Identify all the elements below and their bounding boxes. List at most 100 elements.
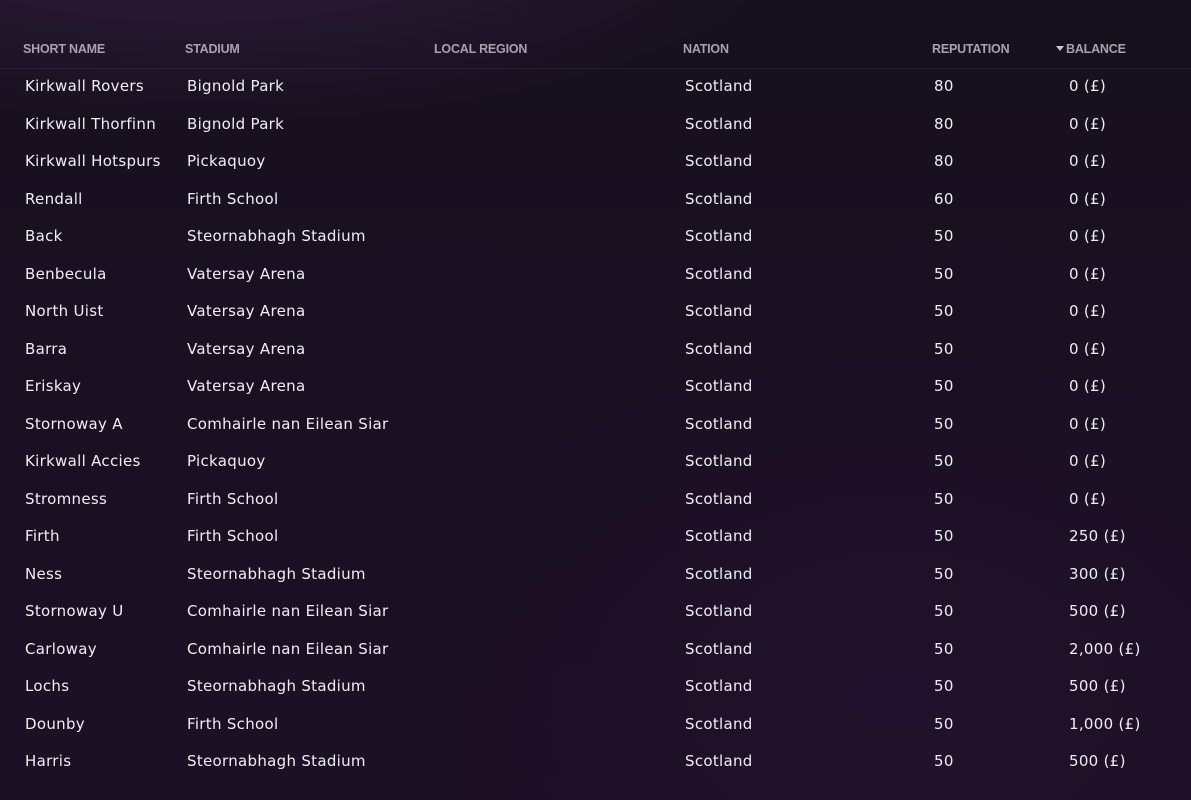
clubs-table: SHORT NAME STADIUM LOCAL REGION NATION R…: [0, 0, 1191, 800]
club-short-name: Dounby: [25, 714, 85, 733]
club-balance: 300 (£): [1069, 564, 1126, 583]
club-stadium: Vatersay Arena: [187, 339, 306, 358]
club-reputation: 50: [934, 339, 954, 358]
club-balance: 2,000 (£): [1069, 639, 1141, 658]
club-stadium: Firth School: [187, 527, 279, 545]
club-reputation: 50: [934, 602, 954, 620]
table-row[interactable]: Stornoway U Comhairle nan Eilean Siar Scot…: [0, 593, 1191, 631]
table-row[interactable]: Rendall Firth School Scotland 60 0 (£): [0, 181, 1191, 219]
club-balance: 500 (£): [1069, 677, 1126, 695]
table-row[interactable]: Kirkwall Accies Pickaquoy Scotland 50 0 (£): [0, 443, 1191, 481]
club-reputation: 50: [934, 752, 954, 770]
club-nation: Scotland: [685, 377, 753, 395]
club-reputation: 80: [934, 152, 954, 170]
column-header-balance[interactable]: BALANCE: [1056, 42, 1126, 56]
club-short-name: Stromness: [25, 489, 108, 508]
club-balance: 0 (£): [1069, 152, 1107, 170]
club-stadium: Pickaquoy: [187, 152, 266, 170]
club-stadium: Comhairle nan Eilean Siar: [187, 414, 389, 433]
table-row[interactable]: Kirkwall Rovers Bignold Park Scotland 80 0 (…: [0, 68, 1191, 106]
column-header-nation[interactable]: NATION: [683, 42, 729, 56]
club-short-name: Barra: [25, 339, 68, 358]
table-row[interactable]: Kirkwall Thorfinn Bignold Park Scotland 80 0…: [0, 106, 1191, 144]
club-balance: 250 (£): [1069, 527, 1126, 545]
club-balance: 0 (£): [1069, 264, 1107, 283]
club-reputation: 50: [934, 264, 954, 283]
club-stadium: Steornabhagh Stadium: [187, 564, 366, 583]
club-nation: Scotland: [685, 527, 753, 545]
club-nation: Scotland: [685, 264, 753, 283]
column-header-local-region[interactable]: LOCAL REGION: [434, 42, 527, 56]
table-row[interactable]: Stornoway A Comhairle nan Eilean Siar Scot…: [0, 406, 1191, 444]
club-reputation: 50: [934, 714, 954, 733]
club-balance: 0 (£): [1069, 339, 1107, 358]
table-row[interactable]: Barra Vatersay Arena Scotland 50 0 (£): [0, 331, 1191, 369]
club-balance: 0 (£): [1069, 114, 1107, 133]
club-balance: 0 (£): [1069, 302, 1107, 320]
club-stadium: Steornabhagh Stadium: [187, 752, 366, 770]
club-reputation: 50: [934, 452, 954, 470]
table-row[interactable]: Back Steornabhagh Stadium Scotland 50 0 (£): [0, 218, 1191, 256]
club-short-name: Kirkwall Hotspurs: [25, 152, 161, 170]
club-reputation: 50: [934, 639, 954, 658]
club-short-name: Firth: [25, 527, 60, 545]
club-stadium: Steornabhagh Stadium: [187, 677, 366, 695]
club-stadium: Comhairle nan Eilean Siar: [187, 639, 389, 658]
club-reputation: 60: [934, 189, 954, 208]
club-nation: Scotland: [685, 752, 753, 770]
club-stadium: Firth School: [187, 189, 279, 208]
table-body: Kirkwall Rovers Bignold Park Scotland 80 0 (…: [0, 68, 1191, 781]
club-short-name: Kirkwall Thorfinn: [25, 114, 156, 133]
club-nation: Scotland: [685, 489, 753, 508]
club-stadium: Vatersay Arena: [187, 377, 306, 395]
club-short-name: Stornoway A: [25, 414, 123, 433]
club-nation: Scotland: [685, 152, 753, 170]
club-balance: 0 (£): [1069, 414, 1107, 433]
club-reputation: 50: [934, 227, 954, 245]
club-nation: Scotland: [685, 602, 753, 620]
club-nation: Scotland: [685, 77, 753, 95]
sort-down-icon: [1056, 46, 1064, 51]
club-short-name: Stornoway U: [25, 602, 124, 620]
club-balance: 0 (£): [1069, 189, 1107, 208]
club-short-name: North Uist: [25, 302, 104, 320]
table-row[interactable]: Dounby Firth School Scotland 50 1,000 (£): [0, 706, 1191, 744]
table-row[interactable]: Benbecula Vatersay Arena Scotland 50 0 (£): [0, 256, 1191, 294]
club-nation: Scotland: [685, 639, 753, 658]
table-row[interactable]: Stromness Firth School Scotland 50 0 (£): [0, 481, 1191, 519]
table-row[interactable]: Harris Steornabhagh Stadium Scotland 50 500 …: [0, 743, 1191, 781]
club-short-name: Lochs: [25, 677, 70, 695]
table-row[interactable]: Lochs Steornabhagh Stadium Scotland 50 500 (…: [0, 668, 1191, 706]
club-short-name: Back: [25, 227, 63, 245]
club-stadium: Firth School: [187, 489, 279, 508]
column-header-reputation[interactable]: REPUTATION: [932, 42, 1010, 56]
club-reputation: 50: [934, 677, 954, 695]
club-reputation: 50: [934, 489, 954, 508]
club-nation: Scotland: [685, 414, 753, 433]
club-balance: 0 (£): [1069, 377, 1107, 395]
club-stadium: Vatersay Arena: [187, 264, 306, 283]
club-stadium: Vatersay Arena: [187, 302, 306, 320]
table-row[interactable]: Firth Firth School Scotland 50 250 (£): [0, 518, 1191, 556]
club-nation: Scotland: [685, 677, 753, 695]
club-reputation: 80: [934, 114, 954, 133]
club-short-name: Eriskay: [25, 377, 82, 395]
club-balance: 0 (£): [1069, 227, 1107, 245]
club-balance: 0 (£): [1069, 489, 1107, 508]
club-short-name: Kirkwall Rovers: [25, 77, 144, 95]
column-header-stadium[interactable]: STADIUM: [185, 42, 240, 56]
club-balance: 500 (£): [1069, 602, 1126, 620]
club-reputation: 50: [934, 377, 954, 395]
table-row[interactable]: Ness Steornabhagh Stadium Scotland 50 300 (£…: [0, 556, 1191, 594]
club-balance: 500 (£): [1069, 752, 1126, 770]
table-row[interactable]: North Uist Vatersay Arena Scotland 50 0 (£): [0, 293, 1191, 331]
table-row[interactable]: Kirkwall Hotspurs Pickaquoy Scotland 80 0 (£…: [0, 143, 1191, 181]
club-reputation: 50: [934, 414, 954, 433]
club-nation: Scotland: [685, 339, 753, 358]
column-header-short-name[interactable]: SHORT NAME: [23, 42, 105, 56]
table-row[interactable]: Carloway Comhairle nan Eilean Siar Scotlan…: [0, 631, 1191, 669]
club-stadium: Bignold Park: [187, 77, 285, 95]
table-header: SHORT NAME STADIUM LOCAL REGION NATION R…: [0, 30, 1191, 69]
table-row[interactable]: Eriskay Vatersay Arena Scotland 50 0 (£): [0, 368, 1191, 406]
club-short-name: Carloway: [25, 639, 97, 658]
